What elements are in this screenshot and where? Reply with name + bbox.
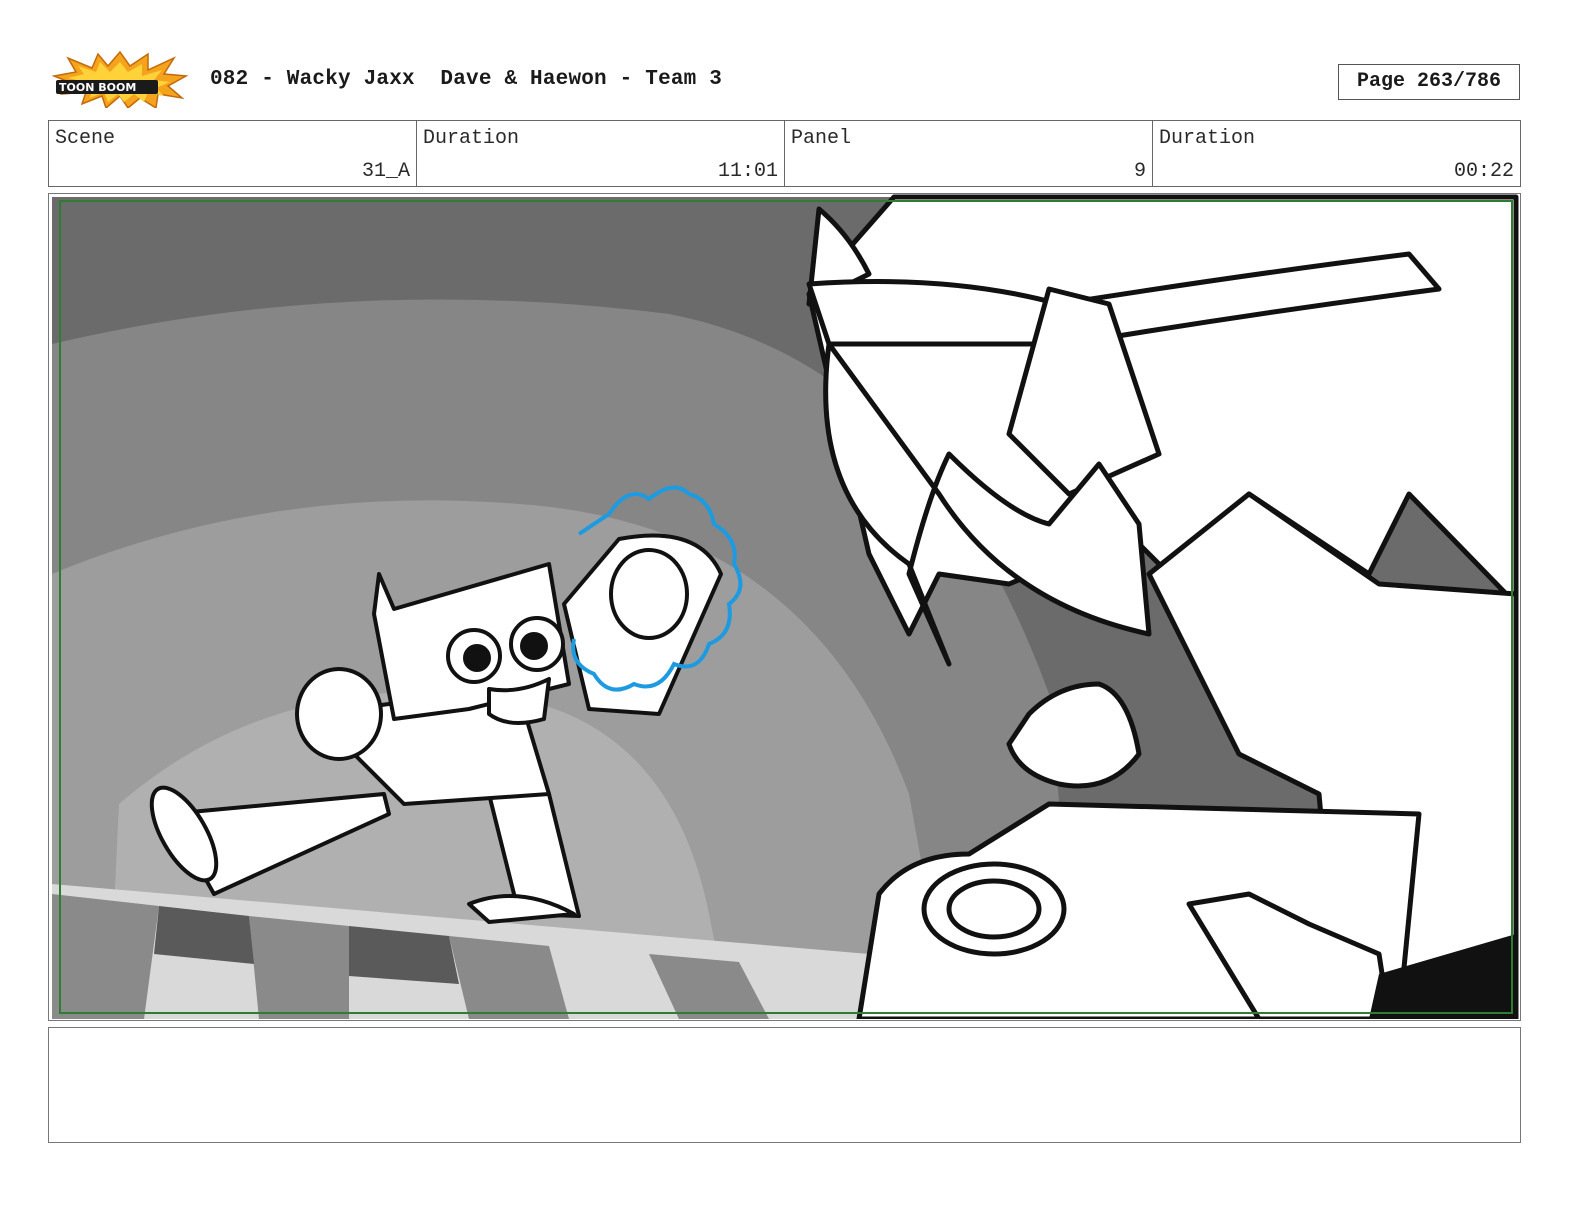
logo-text: TOON BOOM	[59, 81, 136, 94]
panel-duration-label: Duration	[1159, 127, 1256, 150]
logo-starburst-icon: TOON BOOM	[51, 50, 189, 110]
panel-label: Panel	[791, 127, 852, 150]
toon-boom-logo: TOON BOOM	[51, 50, 189, 110]
scene-duration-label: Duration	[423, 127, 520, 150]
panel-value: 9	[1133, 160, 1146, 183]
scene-cell: Scene 31_A	[49, 121, 417, 186]
storyboard-panel	[48, 193, 1521, 1021]
panel-duration-value: 00:22	[1453, 160, 1514, 183]
scene-info-row: Scene 31_A Duration 11:01 Panel 9 Durati…	[48, 120, 1521, 187]
scene-duration-value: 11:01	[717, 160, 778, 183]
scene-label: Scene	[55, 127, 116, 150]
panel-notes-box	[48, 1027, 1521, 1143]
page-indicator: Page 263/786	[1338, 64, 1520, 100]
scene-value: 31_A	[361, 160, 410, 183]
panel-cell: Panel 9	[785, 121, 1153, 186]
panel-duration-cell: Duration 00:22	[1153, 121, 1520, 186]
panel-sketch-image	[52, 194, 1519, 1019]
scene-duration-cell: Duration 11:01	[417, 121, 785, 186]
document-title: 082 - Wacky Jaxx Dave & Haewon - Team 3	[210, 68, 723, 91]
